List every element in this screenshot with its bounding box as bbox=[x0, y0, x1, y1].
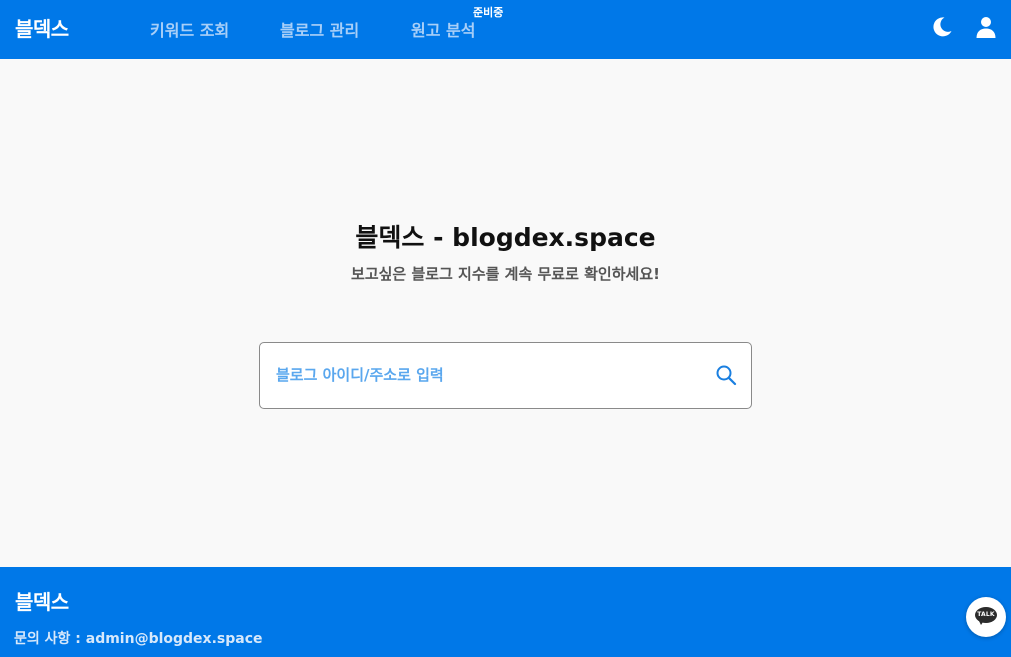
talk-label: TALK bbox=[977, 611, 995, 618]
footer-contact: 문의 사항 : admin@blogdex.space bbox=[14, 631, 263, 647]
nav-keyword-search[interactable]: 키워드 조회 bbox=[150, 17, 229, 41]
nav-manuscript-analysis[interactable]: 원고 분석 bbox=[411, 17, 475, 41]
footer-logo: 블덱스 bbox=[15, 590, 69, 614]
page-subtitle: 보고싶은 블로그 지수를 계속 무료로 확인하세요! bbox=[351, 265, 660, 283]
user-icon[interactable] bbox=[974, 15, 998, 39]
kakaotalk-chat-button[interactable]: TALK bbox=[966, 597, 1006, 637]
search-box bbox=[259, 342, 752, 409]
page-title: 블덱스 - blogdex.space bbox=[355, 223, 656, 252]
moon-icon[interactable] bbox=[930, 15, 954, 39]
coming-soon-badge: 준비중 bbox=[473, 6, 504, 19]
site-footer: 블덱스 문의 사항 : admin@blogdex.space bbox=[0, 567, 1011, 657]
nav-blog-manage[interactable]: 블로그 관리 bbox=[280, 17, 359, 41]
search-icon[interactable] bbox=[714, 363, 738, 387]
site-logo[interactable]: 블덱스 bbox=[15, 13, 69, 42]
top-header: 블덱스 키워드 조회 블로그 관리 원고 분석 준비중 bbox=[0, 0, 1011, 59]
search-input[interactable] bbox=[276, 360, 696, 390]
